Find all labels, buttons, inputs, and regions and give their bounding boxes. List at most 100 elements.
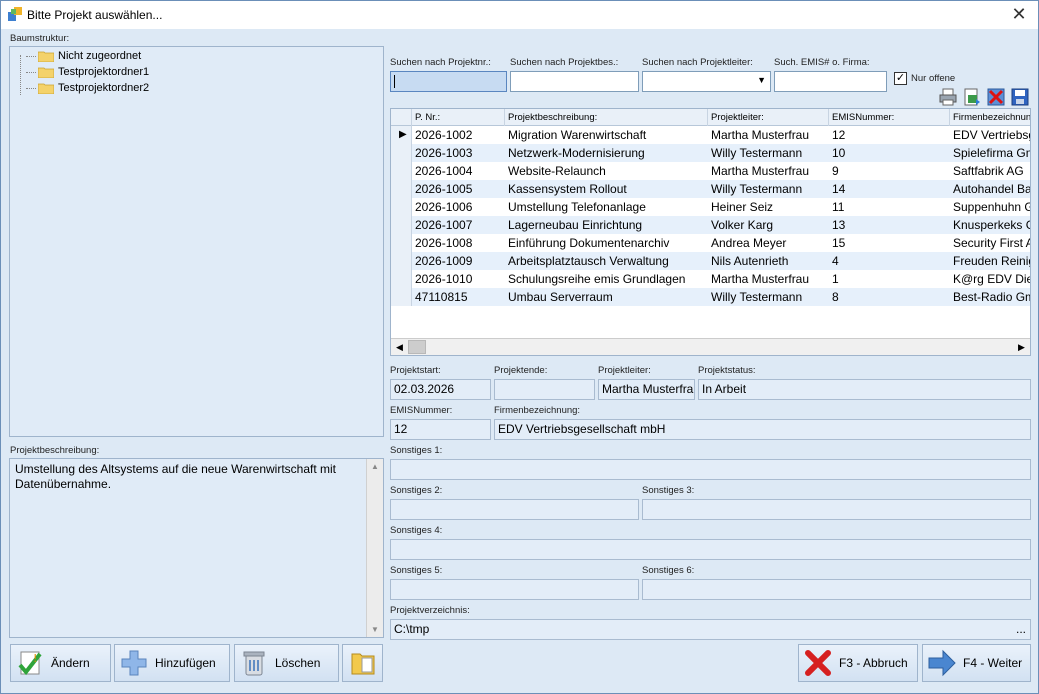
project-grid[interactable]: P. Nr.: Projektbeschreibung: Projektleit… xyxy=(390,108,1031,356)
scroll-up-icon[interactable]: ▲ xyxy=(367,462,383,471)
tree-item-testprojektordner1[interactable]: Testprojektordner1 xyxy=(26,64,149,80)
end-field[interactable] xyxy=(494,379,595,400)
table-row[interactable]: 47110815 Umbau Serverraum Willy Testermann… xyxy=(391,288,1030,306)
table-row[interactable]: 2026-1009 Arbeitsplatztausch Verwaltung Ni… xyxy=(391,252,1030,270)
table-cell: Website-Relaunch xyxy=(508,164,606,178)
header-beschreibung[interactable]: Projektbeschreibung: xyxy=(505,109,708,126)
row-indicator[interactable] xyxy=(391,162,412,180)
lead-label: Projektleiter: xyxy=(598,365,651,376)
table-cell: Andrea Meyer xyxy=(711,236,787,250)
header-emis[interactable]: EMISNummer: xyxy=(829,109,950,126)
sonstiges3-field[interactable] xyxy=(642,499,1031,520)
current-row-arrow-icon: ▶ xyxy=(399,129,407,140)
row-indicator[interactable] xyxy=(391,270,412,288)
table-cell: 2026-1005 xyxy=(415,182,473,196)
scroll-down-icon[interactable]: ▼ xyxy=(367,625,383,634)
export-icon[interactable] xyxy=(962,87,982,107)
scroll-right-icon[interactable]: ▶ xyxy=(1013,339,1030,355)
table-cell: Autohandel Bauer xyxy=(953,182,1031,196)
description-scrollbar[interactable]: ▲ ▼ xyxy=(366,459,383,637)
sonstiges5-field[interactable] xyxy=(390,579,639,600)
table-cell: Martha Musterfrau xyxy=(711,272,810,286)
table-cell: Freuden Reinigung xyxy=(953,254,1030,268)
row-indicator[interactable]: ▶ xyxy=(391,126,412,144)
table-cell: 2026-1003 xyxy=(415,146,473,160)
firma-field[interactable]: EDV Vertriebsgesellschaft mbH xyxy=(494,419,1031,440)
table-cell: 13 xyxy=(832,218,846,232)
title-bar: Bitte Projekt auswählen... ✕ xyxy=(1,1,1038,29)
dir-browse-button[interactable]: ... xyxy=(1016,622,1026,636)
sonstiges2-label: Sonstiges 2: xyxy=(390,485,443,496)
scroll-thumb[interactable] xyxy=(408,340,426,354)
table-row[interactable]: ▶ 2026-1002 Migration Warenwirtschaft Marth… xyxy=(391,126,1030,144)
abbruch-label: F3 - Abbruch xyxy=(839,656,908,670)
table-cell: 2026-1010 xyxy=(415,272,473,286)
close-icon[interactable]: ✕ xyxy=(1006,3,1032,25)
tree-item-label: Testprojektordner2 xyxy=(58,82,150,94)
trash-icon xyxy=(243,651,265,676)
scroll-left-icon[interactable]: ◀ xyxy=(391,339,408,355)
chevron-down-icon[interactable]: ▼ xyxy=(757,75,766,85)
project-select-dialog: Bitte Projekt auswählen... ✕ Baumstruktu… xyxy=(0,0,1039,694)
app-icon xyxy=(8,7,22,21)
sonstiges6-label: Sonstiges 6: xyxy=(642,565,695,576)
table-row[interactable]: 2026-1007 Lagerneubau Einrichtung Volker K… xyxy=(391,216,1030,234)
row-indicator[interactable] xyxy=(391,144,412,162)
table-row[interactable]: 2026-1005 Kassensystem Rollout Willy Teste… xyxy=(391,180,1030,198)
tree-item-nicht-zugeordnet[interactable]: Nicht zugeordnet xyxy=(26,48,141,64)
aendern-button[interactable]: ! Ändern xyxy=(10,644,111,682)
sonstiges1-label: Sonstiges 1: xyxy=(390,445,443,456)
search-emis-input[interactable] xyxy=(774,71,887,92)
emis-field[interactable]: 12 xyxy=(390,419,491,440)
table-cell: EDV Vertriebsgesellschaft mbH xyxy=(953,128,1031,142)
status-field[interactable]: In Arbeit xyxy=(698,379,1031,400)
print-icon[interactable] xyxy=(938,87,958,107)
row-indicator[interactable] xyxy=(391,252,412,270)
sonstiges2-field[interactable] xyxy=(390,499,639,520)
table-cell: Lagerneubau Einrichtung xyxy=(508,218,643,232)
header-pnr[interactable]: P. Nr.: xyxy=(412,109,505,126)
abbruch-button[interactable]: F3 - Abbruch xyxy=(798,644,918,682)
tree-item-testprojektordner2[interactable]: Testprojektordner2 xyxy=(26,80,150,96)
header-projektleiter[interactable]: Projektleiter: xyxy=(708,109,829,126)
row-indicator[interactable] xyxy=(391,234,412,252)
table-row[interactable]: 2026-1003 Netzwerk-Modernisierung Willy Te… xyxy=(391,144,1030,162)
search-desc-input[interactable] xyxy=(510,71,639,92)
table-cell: 2026-1007 xyxy=(415,218,473,232)
folder-button[interactable] xyxy=(342,644,383,682)
search-lead-label: Suchen nach Projektleiter: xyxy=(642,57,753,68)
search-emis-label: Such. EMIS# o. Firma: xyxy=(774,57,870,68)
dir-field[interactable]: C:\tmp ... xyxy=(390,619,1031,640)
row-indicator[interactable] xyxy=(391,180,412,198)
lead-field[interactable]: Martha Musterfrau xyxy=(598,379,695,400)
table-row[interactable]: 2026-1008 Einführung Dokumentenarchiv Andr… xyxy=(391,234,1030,252)
table-row[interactable]: 2026-1010 Schulungsreihe emis Grundlagen M… xyxy=(391,270,1030,288)
dir-value: C:\tmp xyxy=(394,622,430,636)
description-textarea[interactable]: Umstellung des Altsystems auf die neue W… xyxy=(9,458,384,638)
hinzufuegen-button[interactable]: Hinzufügen xyxy=(114,644,230,682)
table-row[interactable]: 2026-1006 Umstellung Telefonanlage Heiner … xyxy=(391,198,1030,216)
search-nr-input[interactable] xyxy=(390,71,507,92)
description-text: Umstellung des Altsystems auf die neue W… xyxy=(15,462,337,491)
search-lead-select[interactable]: ▼ xyxy=(642,71,771,92)
table-cell: Umstellung Telefonanlage xyxy=(508,200,646,214)
row-indicator[interactable] xyxy=(391,288,412,306)
loeschen-label: Löschen xyxy=(275,656,321,670)
sonstiges4-field[interactable] xyxy=(390,539,1031,560)
start-field[interactable]: 02.03.2026 xyxy=(390,379,491,400)
row-indicator[interactable] xyxy=(391,216,412,234)
table-cell: 4 xyxy=(832,254,839,268)
sonstiges1-field[interactable] xyxy=(390,459,1031,480)
table-cell: Volker Karg xyxy=(711,218,774,232)
grid-header: P. Nr.: Projektbeschreibung: Projektleit… xyxy=(391,109,1030,126)
nur-offene-checkbox[interactable]: ✓ xyxy=(894,72,907,85)
delete-filter-icon[interactable] xyxy=(986,87,1006,107)
table-row[interactable]: 2026-1004 Website-Relaunch Martha Musterfr… xyxy=(391,162,1030,180)
sonstiges6-field[interactable] xyxy=(642,579,1031,600)
header-firma[interactable]: Firmenbezeichnung: xyxy=(950,109,1030,126)
save-icon[interactable] xyxy=(1010,87,1030,107)
row-indicator[interactable] xyxy=(391,198,412,216)
weiter-button[interactable]: F4 - Weiter xyxy=(922,644,1031,682)
loeschen-button[interactable]: Löschen xyxy=(234,644,339,682)
grid-hscrollbar[interactable]: ◀ ▶ xyxy=(391,338,1030,355)
